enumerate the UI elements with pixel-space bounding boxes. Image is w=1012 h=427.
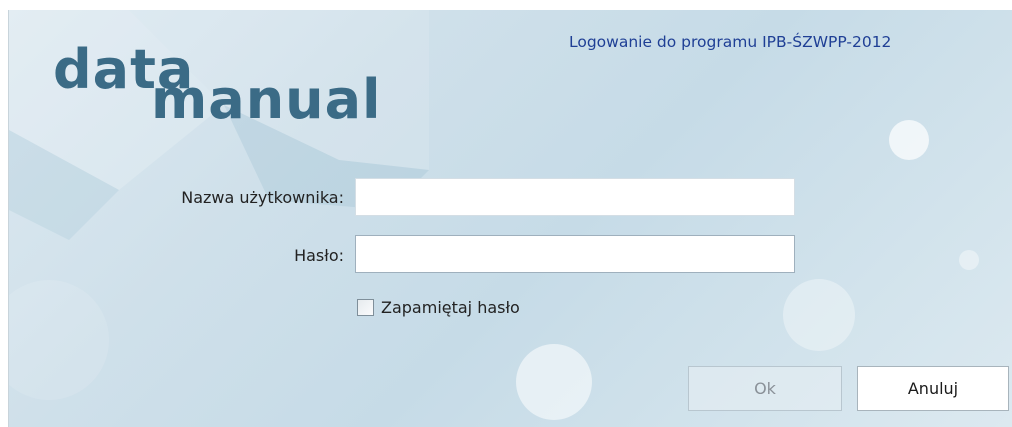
login-dialog: data manual Logowanie do programu IPB-ŚZ…: [8, 10, 1012, 427]
cancel-button[interactable]: Anuluj: [857, 366, 1009, 411]
username-label: Nazwa użytkownika:: [181, 188, 344, 207]
username-input[interactable]: [355, 178, 795, 216]
logo-text-manual: manual: [151, 68, 382, 131]
password-input[interactable]: [355, 235, 795, 273]
remember-password-checkbox[interactable]: [357, 298, 374, 316]
datamanual-logo: data manual: [53, 38, 433, 138]
remember-password-row[interactable]: Zapamiętaj hasło: [357, 296, 520, 318]
dialog-title: Logowanie do programu IPB-ŚZWPP-2012: [569, 33, 892, 51]
ok-button[interactable]: Ok: [688, 366, 842, 411]
password-label: Hasło:: [294, 246, 344, 265]
remember-password-label[interactable]: Zapamiętaj hasło: [381, 298, 520, 317]
